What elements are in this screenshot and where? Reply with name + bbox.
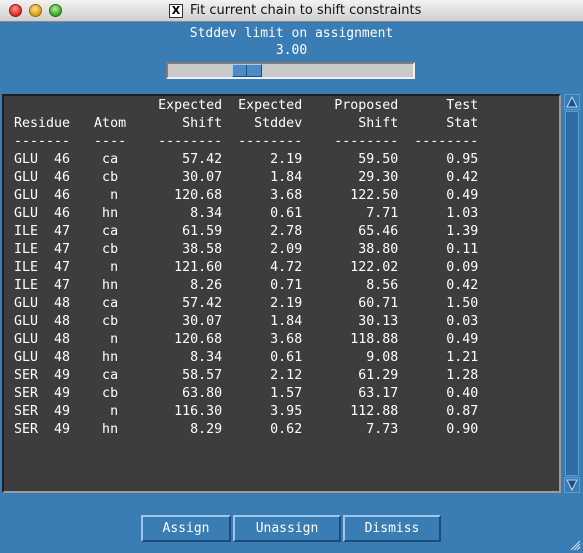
dismiss-button[interactable]: Dismiss	[343, 515, 441, 542]
table-row: ILE 47 cb 38.58 2.09 38.80 0.11	[14, 242, 479, 257]
unassign-button[interactable]: Unassign	[233, 515, 341, 542]
table-row: GLU 48 cb 30.07 1.84 30.13 0.03	[14, 314, 479, 329]
table-row: GLU 46 ca 57.42 2.19 59.50 0.95	[14, 152, 479, 167]
table-header-line-2: Residue Atom Shift Stddev Shift Stat	[14, 116, 479, 131]
x-window-icon: X	[169, 4, 183, 18]
table-row: SER 49 hn 8.29 0.62 7.73 0.90	[14, 422, 479, 437]
resize-grip-icon[interactable]	[570, 540, 581, 551]
table-row: GLU 48 hn 8.34 0.61 9.08 1.21	[14, 350, 479, 365]
close-window-button[interactable]	[9, 4, 22, 17]
window-title: Fit current chain to shift constraints	[190, 3, 422, 18]
minimize-window-button[interactable]	[29, 4, 42, 17]
title-bar[interactable]: X Fit current chain to shift constraints	[0, 0, 583, 22]
table-row: ILE 47 ca 61.59 2.78 65.46 1.39	[14, 224, 479, 239]
slider-value: 3.00	[275, 43, 308, 58]
scroll-down-button[interactable]	[564, 477, 580, 493]
slider-thumb[interactable]	[232, 64, 262, 77]
table-row: SER 49 cb 63.80 1.57 63.17 0.40	[14, 386, 479, 401]
slider-label: Stddev limit on assignment	[189, 26, 394, 41]
table-row: GLU 46 cb 30.07 1.84 29.30 0.42	[14, 170, 479, 185]
table-text: Expected Expected Proposed Test Residue …	[14, 97, 478, 439]
table-row: GLU 48 ca 57.42 2.19 60.71 1.50	[14, 296, 479, 311]
table-row: GLU 48 n 120.68 3.68 118.88 0.49	[14, 332, 479, 347]
arrow-up-icon	[566, 96, 578, 108]
table-header-rule: ------- ---- -------- -------- -------- …	[14, 134, 479, 149]
zoom-window-button[interactable]	[49, 4, 62, 17]
vertical-scrollbar[interactable]	[563, 94, 581, 493]
scroll-up-button[interactable]	[564, 94, 580, 110]
table-row: SER 49 n 116.30 3.95 112.88 0.87	[14, 404, 479, 419]
table-row: SER 49 ca 58.57 2.12 61.29 1.28	[14, 368, 479, 383]
table-header-line-1: Expected Expected Proposed Test	[14, 98, 479, 113]
table-row: ILE 47 hn 8.26 0.71 8.56 0.42	[14, 278, 479, 293]
shift-table: Expected Expected Proposed Test Residue …	[2, 94, 561, 493]
table-row: ILE 47 n 121.60 4.72 122.02 0.09	[14, 260, 479, 275]
assign-button[interactable]: Assign	[141, 515, 231, 542]
table-row: GLU 46 hn 8.34 0.61 7.71 1.03	[14, 206, 479, 221]
scrollbar-track[interactable]	[565, 111, 579, 476]
stddev-limit-slider[interactable]	[166, 62, 415, 79]
table-row: GLU 46 n 120.68 3.68 122.50 0.49	[14, 188, 479, 203]
arrow-down-icon	[566, 479, 578, 491]
